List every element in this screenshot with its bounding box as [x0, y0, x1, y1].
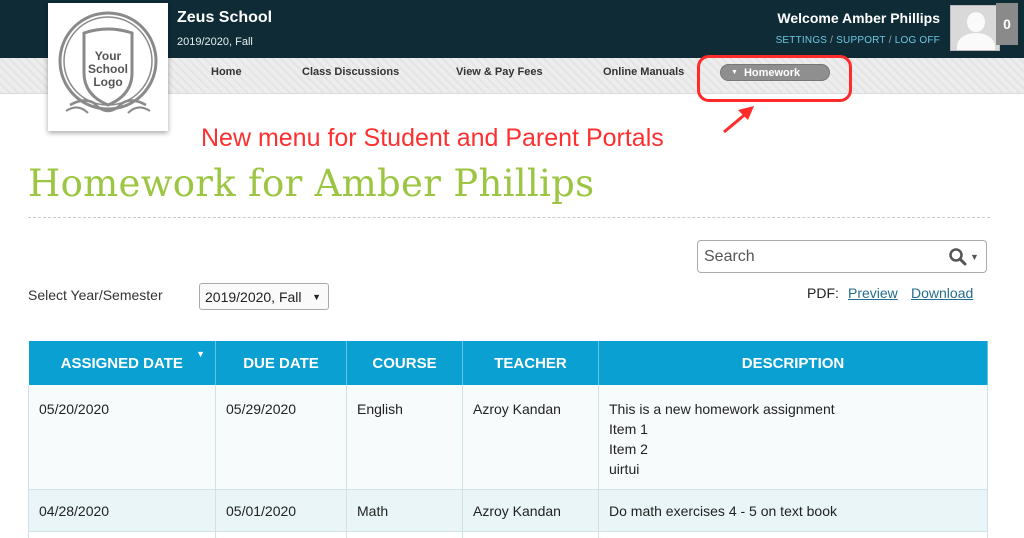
nav-online-manuals[interactable]: Online Manuals	[603, 66, 684, 78]
log-off-link[interactable]: LOG OFF	[895, 35, 940, 46]
sort-desc-icon[interactable]: ▼	[196, 349, 205, 359]
search-input[interactable]	[704, 245, 934, 269]
notification-badge[interactable]: 0	[996, 3, 1018, 45]
due-date-cell: 05/29/2020	[215, 385, 347, 490]
annotation-arrow-icon	[723, 106, 754, 134]
column-header-label: DUE DATE	[243, 354, 319, 372]
table-row[interactable]: 05/20/2020 05/29/2020 English Azroy Kand…	[28, 385, 988, 490]
current-term: 2019/2020, Fall	[177, 36, 253, 48]
shield-logo-icon: Your School Logo	[58, 11, 158, 114]
chevron-down-icon: ▼	[312, 292, 321, 302]
title-divider	[28, 217, 990, 218]
column-header-label: ASSIGNED DATE	[60, 354, 183, 372]
teacher-cell: Azroy Kandan	[462, 489, 599, 532]
column-header-label: DESCRIPTION	[741, 354, 845, 372]
description-line: uirtui	[609, 461, 640, 477]
account-links: SETTINGS / SUPPORT / LOG OFF	[775, 35, 940, 46]
description-line: Item 2	[609, 441, 648, 457]
avatar-head-shape	[967, 12, 985, 32]
page-title: Homework for Amber Phillips	[28, 162, 595, 205]
column-header-due-date[interactable]: DUE DATE	[215, 341, 347, 385]
homework-table: ASSIGNED DATE ▼ DUE DATE COURSE TEACHER …	[28, 341, 988, 538]
assigned-date-cell: 04/28/2020	[28, 489, 216, 532]
annotation-highlight-box	[697, 55, 852, 102]
avatar-body-shape	[957, 33, 995, 50]
logo-text-line-1: Your	[95, 49, 122, 63]
course-cell: English	[346, 385, 463, 490]
user-avatar[interactable]	[950, 5, 1000, 51]
search-icon[interactable]	[948, 247, 968, 267]
logo-text-line-3: Logo	[93, 75, 122, 89]
column-header-teacher[interactable]: TEACHER	[462, 341, 599, 385]
description-cell: Do math exercises 4 - 5 on text book	[598, 489, 988, 532]
nav-class-discussions[interactable]: Class Discussions	[302, 66, 399, 78]
table-row[interactable]: 04/28/2020 05/01/2020 Math Azroy Kandan …	[28, 489, 988, 532]
support-link[interactable]: SUPPORT	[836, 35, 886, 46]
logo-text-line-2: School	[88, 62, 128, 76]
school-name: Zeus School	[177, 9, 273, 26]
due-date-cell: 05/01/2020	[215, 489, 347, 532]
settings-link[interactable]: SETTINGS	[776, 35, 828, 46]
teacher-cell: Azroy Kandan	[462, 385, 599, 490]
table-header-row: ASSIGNED DATE ▼ DUE DATE COURSE TEACHER …	[28, 341, 988, 385]
table-cell	[462, 531, 599, 538]
description-line: Do math exercises 4 - 5 on text book	[609, 503, 837, 519]
year-semester-label: Select Year/Semester	[28, 287, 163, 303]
column-header-label: TEACHER	[494, 354, 567, 372]
column-header-course[interactable]: COURSE	[346, 341, 463, 385]
pdf-label: PDF:	[807, 285, 839, 301]
table-cell	[346, 531, 463, 538]
description-line: This is a new homework assignment	[609, 401, 835, 417]
column-header-assigned-date[interactable]: ASSIGNED DATE ▼	[28, 341, 216, 385]
year-semester-value: 2019/2020, Fall	[205, 288, 302, 305]
year-semester-select[interactable]: 2019/2020, Fall ▼	[199, 283, 329, 310]
table-cell	[598, 531, 988, 538]
welcome-message: Welcome Amber Phillips	[777, 10, 940, 26]
nav-home[interactable]: Home	[211, 66, 242, 78]
description-line: Item 1	[609, 421, 648, 437]
nav-view-pay-fees[interactable]: View & Pay Fees	[456, 66, 543, 78]
column-header-label: COURSE	[372, 354, 437, 372]
description-cell: This is a new homework assignment Item 1…	[598, 385, 988, 490]
school-logo[interactable]: Your School Logo	[48, 3, 168, 131]
search-options-dropdown-icon[interactable]: ▼	[970, 247, 979, 267]
table-cell	[28, 531, 216, 538]
assigned-date-cell: 05/20/2020	[28, 385, 216, 490]
annotation-text: New menu for Student and Parent Portals	[201, 124, 664, 152]
table-row[interactable]	[28, 531, 988, 538]
column-header-description[interactable]: DESCRIPTION	[598, 341, 988, 385]
course-cell: Math	[346, 489, 463, 532]
search-box[interactable]: ▼	[697, 240, 987, 273]
table-cell	[215, 531, 347, 538]
pdf-download-link[interactable]: Download	[911, 285, 973, 301]
pdf-preview-link[interactable]: Preview	[848, 285, 898, 301]
